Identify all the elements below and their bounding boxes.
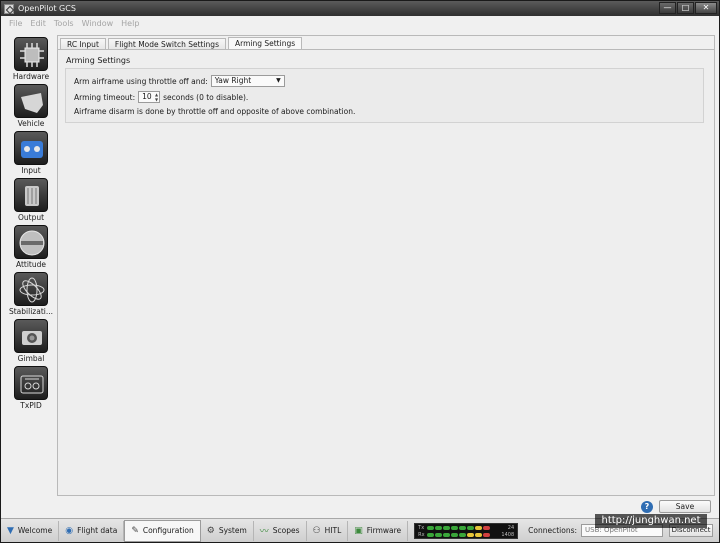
hitl-icon: ⚇ xyxy=(312,525,321,536)
tx-value: 24 xyxy=(507,524,515,531)
sidebar-item-label: Output xyxy=(17,213,45,222)
firmware-icon: ▣ xyxy=(354,525,363,536)
menu-window[interactable]: Window xyxy=(82,19,114,28)
minimize-button[interactable]: — xyxy=(659,2,676,14)
camera-icon xyxy=(14,319,48,353)
mode-scopes[interactable]: 〰 Scopes xyxy=(254,520,307,541)
telemetry-meter: Tx Rx 24 1408 xyxy=(414,522,519,539)
save-button[interactable]: Save xyxy=(659,500,711,513)
window-controls: — □ ✕ xyxy=(659,2,717,14)
mode-hitl[interactable]: ⚇ HITL xyxy=(307,520,349,541)
mode-configuration[interactable]: ✎ Configuration xyxy=(124,519,201,542)
joystick-icon xyxy=(14,131,48,165)
vehicle-icon xyxy=(14,84,48,118)
sidebar-item-output[interactable]: Output xyxy=(7,178,55,222)
chevron-down-icon: ▼ xyxy=(276,77,281,84)
arm-combination-select[interactable]: Yaw Right ▼ xyxy=(210,75,285,87)
sidebar-item-vehicle[interactable]: Vehicle xyxy=(7,84,55,128)
arming-timeout-value: 10 xyxy=(142,92,152,101)
sidebar-item-input[interactable]: Input xyxy=(7,131,55,175)
sidebar-item-gimbal[interactable]: Gimbal xyxy=(7,319,55,363)
title-bar[interactable]: OpenPilot GCS — □ ✕ xyxy=(1,1,719,16)
rx-value: 1408 xyxy=(501,531,515,538)
tx-leds xyxy=(427,525,491,530)
timeout-row: Arming timeout: 10 ▲ ▼ seconds (0 to disa… xyxy=(74,91,248,103)
disarm-note: Airframe disarm is done by throttle off … xyxy=(74,107,356,116)
horizon-icon xyxy=(14,225,48,259)
input-tabs: RC Input Flight Mode Switch Settings Arm… xyxy=(58,36,303,51)
transmitter-icon xyxy=(14,366,48,400)
menu-edit[interactable]: Edit xyxy=(30,19,46,28)
close-button[interactable]: ✕ xyxy=(695,2,717,14)
sidebar-item-label: Attitude xyxy=(15,260,47,269)
sidebar-item-stabilization[interactable]: Stabilizati... xyxy=(7,272,55,316)
spin-arrows-icon[interactable]: ▲ ▼ xyxy=(155,92,158,102)
mode-label: Firmware xyxy=(366,526,402,535)
input-config-panel: RC Input Flight Mode Switch Settings Arm… xyxy=(57,35,715,496)
rx-leds xyxy=(427,532,491,537)
save-area: ? Save xyxy=(641,500,711,513)
mode-firmware[interactable]: ▣ Firmware xyxy=(348,520,409,541)
sidebar-item-label: Vehicle xyxy=(17,119,45,128)
sidebar-item-hardware[interactable]: Hardware xyxy=(7,37,55,81)
arming-group: Arm airframe using throttle off and: Yaw… xyxy=(65,68,704,123)
mode-system[interactable]: ⚙ System xyxy=(201,520,254,541)
mode-flight-data[interactable]: ◉ Flight data xyxy=(59,520,125,541)
gyro-icon xyxy=(14,272,48,306)
chip-icon xyxy=(14,37,48,71)
scopes-icon: 〰 xyxy=(259,527,269,537)
mode-label: System xyxy=(218,526,247,535)
sidebar-item-label: TxPID xyxy=(20,401,42,410)
motor-icon xyxy=(14,178,48,212)
timeout-suffix: seconds (0 to disable). xyxy=(163,92,249,102)
maximize-button[interactable]: □ xyxy=(677,2,694,14)
mode-label: HITL xyxy=(324,526,342,535)
watermark: http://junghwan.net xyxy=(595,514,707,528)
menu-tools[interactable]: Tools xyxy=(54,19,74,28)
arming-tab-content: Arming Settings Arm airframe using throt… xyxy=(58,49,714,495)
flight-data-icon: ◉ xyxy=(65,525,74,536)
system-icon: ⚙ xyxy=(206,525,215,536)
mode-label: Flight data xyxy=(77,526,118,535)
help-icon[interactable]: ? xyxy=(641,500,653,513)
configuration-icon: ✎ xyxy=(131,525,139,536)
mode-welcome[interactable]: ▼ Welcome xyxy=(1,520,60,541)
arming-timeout-spinbox[interactable]: 10 ▲ ▼ xyxy=(138,91,161,103)
sidebar-item-label: Hardware xyxy=(12,72,50,81)
timeout-label: Arming timeout: xyxy=(74,92,136,102)
sidebar-item-attitude[interactable]: Attitude xyxy=(7,225,55,269)
sidebar-item-label: Input xyxy=(21,166,41,175)
connections-label: Connections: xyxy=(528,526,578,535)
arming-section-title: Arming Settings xyxy=(66,56,131,65)
main-window: OpenPilot GCS — □ ✕ File Edit Tools Wind… xyxy=(0,0,720,543)
arm-row: Arm airframe using throttle off and: Yaw… xyxy=(74,75,285,87)
rx-label: Rx xyxy=(418,531,425,538)
mode-label: Welcome xyxy=(17,526,53,535)
menu-help[interactable]: Help xyxy=(121,19,139,28)
arm-label: Arm airframe using throttle off and: xyxy=(74,76,208,86)
sidebar-item-label: Gimbal xyxy=(17,354,45,363)
sidebar-item-label: Stabilizati... xyxy=(8,307,54,316)
arm-combination-value: Yaw Right xyxy=(214,76,252,85)
menu-bar: File Edit Tools Window Help xyxy=(1,16,719,30)
disarm-row: Airframe disarm is done by throttle off … xyxy=(74,107,355,116)
mode-label: Scopes xyxy=(272,526,300,535)
openpilot-app-icon xyxy=(4,3,14,14)
menu-file[interactable]: File xyxy=(9,19,22,28)
welcome-icon: ▼ xyxy=(7,525,14,536)
tx-label: Tx xyxy=(418,524,425,531)
window-title: OpenPilot GCS xyxy=(18,4,76,13)
mode-label: Configuration xyxy=(142,526,194,535)
sidebar-item-txpid[interactable]: TxPID xyxy=(7,366,55,410)
